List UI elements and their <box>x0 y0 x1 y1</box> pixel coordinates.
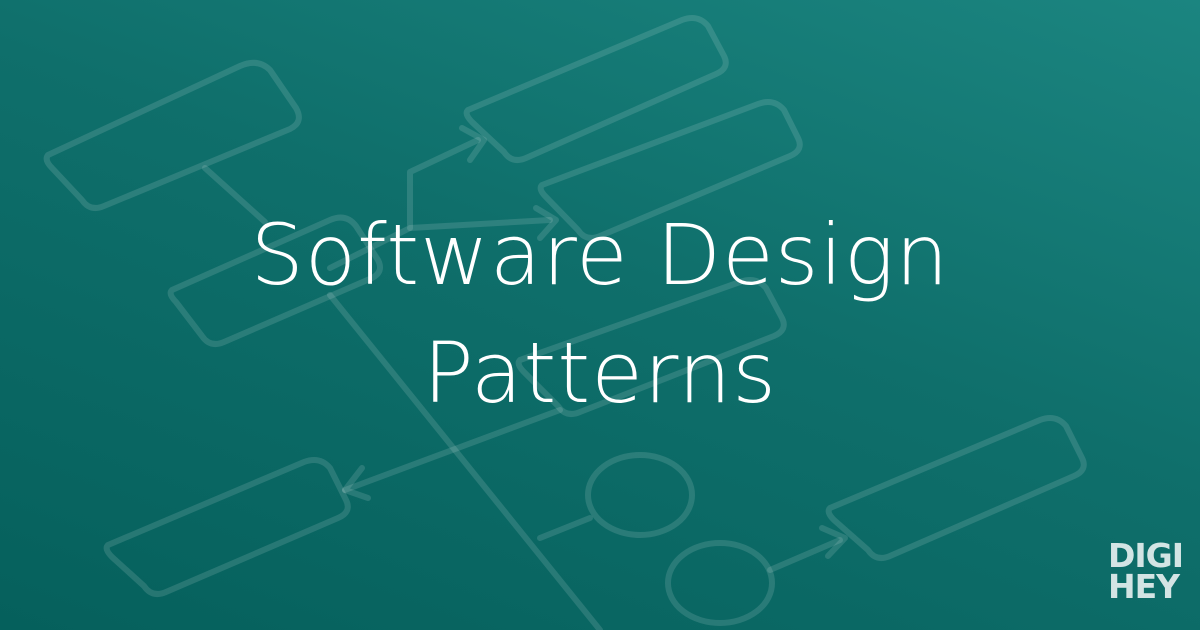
logo-line-2: HEY <box>1108 567 1180 606</box>
title-line-2: Patterns <box>423 324 777 422</box>
diagram-node <box>585 452 695 538</box>
diagram-node <box>665 540 775 626</box>
diagram-box <box>103 457 351 597</box>
diagram-connector <box>537 515 593 541</box>
social-banner: Software Design Patterns DIGI HEY <box>0 0 1200 630</box>
page-title: Software Design Patterns <box>0 196 1200 432</box>
title-line-1: Software Design <box>250 206 950 304</box>
diagram-box <box>825 415 1087 561</box>
diagram-box <box>43 59 302 211</box>
diagram-box <box>463 15 729 163</box>
brand-logo: DIGI HEY <box>1108 539 1188 606</box>
